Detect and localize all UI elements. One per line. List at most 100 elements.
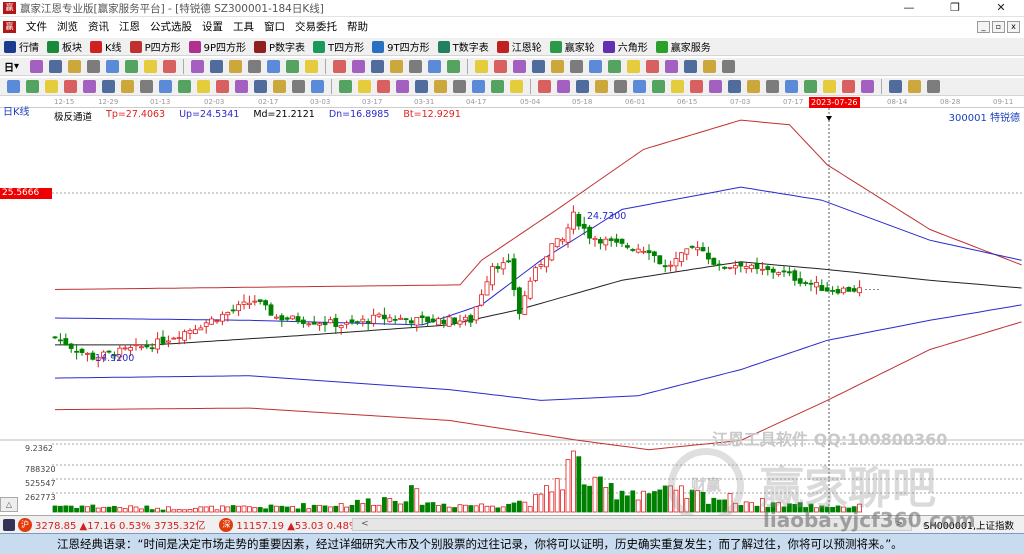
collapse-pane-button[interactable]: △ xyxy=(0,497,18,512)
tool-icon[interactable] xyxy=(551,60,565,73)
tool-icon[interactable] xyxy=(889,80,902,93)
tool-icon[interactable] xyxy=(45,80,58,93)
tool-icon[interactable] xyxy=(665,60,679,73)
tool-icon[interactable] xyxy=(68,60,82,73)
tool-icon[interactable] xyxy=(64,80,77,93)
minimize-button[interactable]: — xyxy=(886,0,932,17)
tool-icon[interactable] xyxy=(121,80,134,93)
menu-item[interactable]: 帮助 xyxy=(347,19,368,34)
toolbar-button[interactable]: 行情 xyxy=(4,39,39,54)
tool-icon[interactable] xyxy=(785,80,798,93)
tool-icon[interactable] xyxy=(273,80,286,93)
tool-icon[interactable] xyxy=(434,80,447,93)
mdi-restore-button[interactable]: ▫ xyxy=(992,20,1005,33)
tool-icon[interactable] xyxy=(102,80,115,93)
toolbar-button[interactable]: T数字表 xyxy=(437,39,489,54)
restore-button[interactable]: ❐ xyxy=(932,0,978,17)
tool-icon[interactable] xyxy=(472,80,485,93)
tool-icon[interactable] xyxy=(311,80,324,93)
tool-icon[interactable] xyxy=(453,80,466,93)
tool-icon[interactable] xyxy=(339,80,352,93)
tool-icon[interactable] xyxy=(627,60,641,73)
tool-icon[interactable] xyxy=(428,60,442,73)
menu-item[interactable]: 资讯 xyxy=(88,19,109,34)
tool-icon[interactable] xyxy=(842,80,855,93)
tool-icon[interactable] xyxy=(475,60,489,73)
close-button[interactable]: ✕ xyxy=(978,0,1024,17)
tool-icon[interactable] xyxy=(144,60,158,73)
tool-icon[interactable] xyxy=(747,80,760,93)
tool-icon[interactable] xyxy=(538,80,551,93)
tool-icon[interactable] xyxy=(608,60,622,73)
tool-icon[interactable] xyxy=(722,60,736,73)
toolbar-button[interactable]: T四方形 xyxy=(313,39,364,54)
tool-icon[interactable] xyxy=(589,60,603,73)
tool-icon[interactable] xyxy=(390,60,404,73)
tool-icon[interactable] xyxy=(371,60,385,73)
tool-icon[interactable] xyxy=(178,80,191,93)
tool-icon[interactable] xyxy=(684,60,698,73)
tool-icon[interactable] xyxy=(229,60,243,73)
tool-icon[interactable] xyxy=(652,80,665,93)
tool-icon[interactable] xyxy=(286,60,300,73)
tool-icon[interactable] xyxy=(494,60,508,73)
tool-icon[interactable] xyxy=(396,80,409,93)
tool-icon[interactable] xyxy=(703,60,717,73)
tool-icon[interactable] xyxy=(159,80,172,93)
tool-icon[interactable] xyxy=(83,80,96,93)
tool-icon[interactable] xyxy=(415,80,428,93)
tool-icon[interactable] xyxy=(235,80,248,93)
toolbar-button[interactable]: 9T四方形 xyxy=(372,39,430,54)
tool-icon[interactable] xyxy=(614,80,627,93)
tool-icon[interactable] xyxy=(87,60,101,73)
app-menu-icon[interactable]: 赢 xyxy=(3,20,16,33)
toolbar-button[interactable]: 江恩轮 xyxy=(496,39,542,54)
toolbar-button[interactable]: 赢家轮 xyxy=(549,39,595,54)
mdi-minimize-button[interactable]: _ xyxy=(977,20,990,33)
tool-icon[interactable] xyxy=(633,80,646,93)
scroll-left-button[interactable]: < xyxy=(361,519,369,529)
tool-icon[interactable] xyxy=(352,60,366,73)
toolbar-button[interactable]: 9P四方形 xyxy=(188,39,246,54)
tool-icon[interactable] xyxy=(333,60,347,73)
menu-item[interactable]: 窗口 xyxy=(264,19,285,34)
tool-icon[interactable] xyxy=(823,80,836,93)
toolbar-button[interactable]: 六角形 xyxy=(602,39,648,54)
tool-icon[interactable] xyxy=(49,60,63,73)
tool-icon[interactable] xyxy=(804,80,817,93)
tool-icon[interactable] xyxy=(106,60,120,73)
menu-item[interactable]: 设置 xyxy=(202,19,223,34)
tool-icon[interactable] xyxy=(861,80,874,93)
tool-icon[interactable] xyxy=(305,60,319,73)
menu-item[interactable]: 江恩 xyxy=(119,19,140,34)
menu-item[interactable]: 文件 xyxy=(26,19,47,34)
tool-icon[interactable] xyxy=(709,80,722,93)
tool-icon[interactable] xyxy=(576,80,589,93)
sh-index[interactable]: 沪 3278.85 ▲17.16 0.53% 3735.32亿 xyxy=(18,517,205,532)
tool-icon[interactable] xyxy=(491,80,504,93)
toolbar-button[interactable]: P四方形 xyxy=(129,39,181,54)
menu-item[interactable]: 交易委托 xyxy=(295,19,337,34)
tool-icon[interactable] xyxy=(191,60,205,73)
toolbar-button[interactable]: 板块 xyxy=(47,39,82,54)
tool-icon[interactable] xyxy=(532,60,546,73)
tool-icon[interactable] xyxy=(267,60,281,73)
tool-icon[interactable] xyxy=(248,60,262,73)
calculator-icon[interactable] xyxy=(3,518,15,531)
tool-icon[interactable] xyxy=(26,80,39,93)
tool-icon[interactable] xyxy=(646,60,660,73)
tool-icon[interactable] xyxy=(125,60,139,73)
tool-icon[interactable] xyxy=(570,60,584,73)
tool-icon[interactable] xyxy=(728,80,741,93)
period-selector[interactable]: 日 ▾ xyxy=(4,59,19,74)
tool-icon[interactable] xyxy=(690,80,703,93)
mdi-close-button[interactable]: x xyxy=(1007,20,1020,33)
tool-icon[interactable] xyxy=(377,80,390,93)
tool-icon[interactable] xyxy=(671,80,684,93)
toolbar-button[interactable]: P数字表 xyxy=(254,39,305,54)
toolbar-button[interactable]: K线 xyxy=(90,39,122,54)
menu-item[interactable]: 公式选股 xyxy=(150,19,192,34)
menu-item[interactable]: 工具 xyxy=(233,19,254,34)
menu-item[interactable]: 浏览 xyxy=(57,19,78,34)
toolbar-button[interactable]: 赢家服务 xyxy=(655,39,711,54)
